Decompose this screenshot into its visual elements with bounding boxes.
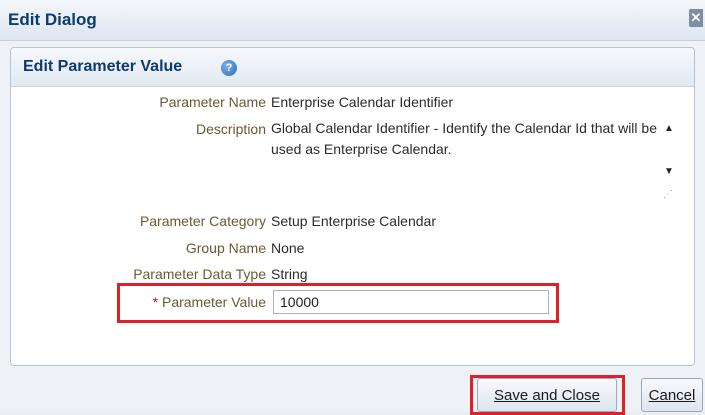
parameter-data-type-value: String (271, 266, 308, 282)
group-name-label: Group Name (185, 240, 266, 256)
cancel-button[interactable]: Cancel (641, 378, 703, 412)
parameter-name-label: Parameter Name (159, 94, 266, 110)
save-button-highlight (470, 375, 625, 415)
edit-dialog: Edit Dialog ✕ Edit Parameter Value ? Par… (0, 0, 705, 415)
description-value: Global Calendar Identifier - Identify th… (271, 120, 657, 157)
group-name-value: None (271, 240, 305, 256)
parameter-data-type-label: Parameter Data Type (133, 266, 266, 282)
description-textarea[interactable]: Global Calendar Identifier - Identify th… (271, 118, 701, 204)
scroll-down-icon[interactable]: ▼ (663, 167, 675, 177)
parameter-name-value: Enterprise Calendar Identifier (271, 94, 454, 110)
dialog-title: Edit Dialog (8, 10, 97, 29)
close-icon[interactable]: ✕ (689, 9, 703, 27)
help-icon[interactable]: ? (221, 60, 237, 76)
panel-title: Edit Parameter Value (23, 58, 183, 75)
scroll-up-icon[interactable]: ▲ (663, 124, 675, 134)
parameter-category-label: Parameter Category (139, 213, 266, 229)
panel-header: Edit Parameter Value ? (11, 48, 694, 87)
dialog-titlebar: Edit Dialog ✕ (0, 0, 705, 41)
parameter-value-highlight (117, 283, 559, 323)
parameter-category-value: Setup Enterprise Calendar (271, 213, 436, 229)
resize-grip-icon[interactable]: ⋰ (663, 190, 673, 200)
description-label: Description (195, 121, 266, 137)
